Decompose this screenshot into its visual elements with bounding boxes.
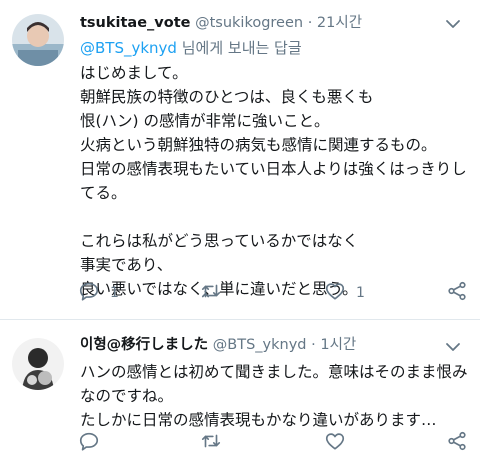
like-button[interactable]: 1 xyxy=(324,280,365,306)
tweet[interactable]: tsukitae_vote @tsukikogreen · 21시간 @BTS_… xyxy=(0,0,480,320)
retweet-button[interactable] xyxy=(200,280,232,306)
chevron-down-icon[interactable] xyxy=(444,338,462,356)
tweet-line: たしかに日常の感情表現もかなり違いがあります… xyxy=(80,411,437,429)
reply-button[interactable] xyxy=(78,430,110,456)
reply-context: @BTS_yknyd 님에게 보내는 답글 xyxy=(80,37,302,59)
tweet-text: はじめまして。 朝鮮民族の特徴のひとつは、良くも悪くも 恨(ハン) の感情が非常… xyxy=(80,61,467,301)
user-handle[interactable]: @BTS_yknyd xyxy=(213,337,307,353)
tweet-line: てる。 xyxy=(80,184,127,202)
heart-icon xyxy=(324,430,346,456)
avatar[interactable] xyxy=(12,338,64,390)
reply-button[interactable]: 1 xyxy=(78,280,119,306)
reply-icon xyxy=(78,280,100,306)
retweet-button[interactable] xyxy=(200,430,232,456)
separator-dot: · xyxy=(307,15,313,31)
tweet-line: なのですね。 xyxy=(80,387,174,405)
timestamp[interactable]: 1시간 xyxy=(320,337,356,353)
tweet-line: 事実であり、 xyxy=(80,256,173,274)
reply-count: 1 xyxy=(110,285,119,301)
tweet-line: 恨(ハン) の感情が非常に強いこと。 xyxy=(80,112,330,130)
like-count: 1 xyxy=(356,285,365,301)
retweet-icon xyxy=(200,280,222,306)
reply-to-handle[interactable]: @BTS_yknyd xyxy=(80,39,177,57)
tweet-line: 朝鮮民族の特徴のひとつは、良くも悪くも xyxy=(80,88,374,106)
tweet-line: ハンの感情とは初めて聞きました。意味はそのまま恨み xyxy=(80,363,468,381)
share-button[interactable] xyxy=(446,430,468,456)
share-icon xyxy=(446,280,468,306)
display-name[interactable]: 이형@移行しました xyxy=(80,337,208,353)
heart-icon xyxy=(324,280,346,306)
tweet-header: tsukitae_vote @tsukikogreen · 21시간 xyxy=(80,12,440,34)
timestamp[interactable]: 21시간 xyxy=(317,15,362,31)
tweet-header: 이형@移行しました @BTS_yknyd · 1시간 xyxy=(80,334,440,356)
tweet-line: 火病という朝鮮独特の病気も感情に関連するもの。 xyxy=(80,136,437,154)
chevron-down-icon[interactable] xyxy=(444,15,462,33)
tweet-actions xyxy=(78,430,470,456)
display-name[interactable]: tsukitae_vote xyxy=(80,15,190,31)
tweet-line: 日常の感情表現もたいてい日本人よりは強くはっきりし xyxy=(80,160,467,178)
user-handle[interactable]: @tsukikogreen xyxy=(195,15,303,31)
tweet-line: これらは私がどう思っているかではなく xyxy=(80,232,359,250)
tweet-text: ハンの感情とは初めて聞きました。意味はそのまま恨み なのですね。 たしかに日常の… xyxy=(80,360,468,432)
reply-to-suffix: 님에게 보내는 답글 xyxy=(176,39,302,57)
avatar[interactable] xyxy=(12,14,64,66)
like-button[interactable] xyxy=(324,430,356,456)
share-button[interactable] xyxy=(446,280,468,306)
share-icon xyxy=(446,430,468,456)
tweet-line: はじめまして。 xyxy=(80,64,188,82)
tweet[interactable]: 이형@移行しました @BTS_yknyd · 1시간 ハンの感情とは初めて聞きま… xyxy=(0,320,480,469)
separator-dot: · xyxy=(311,337,316,353)
retweet-icon xyxy=(200,430,222,456)
tweet-actions: 1 1 xyxy=(78,280,470,306)
reply-icon xyxy=(78,430,100,456)
